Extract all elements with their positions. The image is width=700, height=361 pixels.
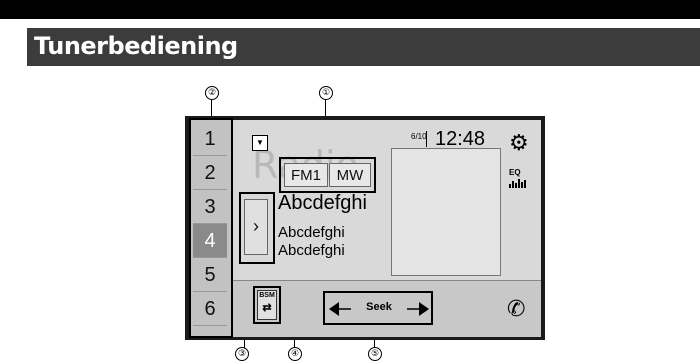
artwork-area: [391, 148, 501, 276]
bsm-label: BSM: [259, 292, 275, 299]
info-line-2: Abcdefghi: [278, 242, 345, 259]
refresh-icon: ⇄: [262, 302, 272, 314]
expand-info-button[interactable]: ›: [244, 199, 268, 255]
clock: 12:48: [435, 128, 486, 150]
eq-icon[interactable]: [509, 178, 527, 188]
callout-2-leader: [211, 100, 212, 116]
top-bar: [0, 0, 700, 19]
callout-2: ②: [205, 86, 219, 100]
section-header: Tunerbediening: [27, 28, 700, 66]
page-title: Tunerbediening: [34, 32, 238, 60]
seek-label: Seek: [366, 301, 392, 313]
phone-icon[interactable]: ✆: [507, 296, 525, 322]
preset-list-highlight: [189, 118, 233, 338]
source-dropdown-icon[interactable]: ▼: [252, 135, 268, 151]
band-button-fm1[interactable]: FM1: [284, 163, 328, 187]
bsm-button[interactable]: BSM ⇄: [257, 290, 277, 320]
clock-separator: [426, 131, 427, 147]
station-name: Abcdefghi: [278, 192, 367, 214]
gear-icon[interactable]: ⚙: [509, 130, 529, 156]
band-button-mw[interactable]: MW: [329, 163, 371, 187]
info-line-1: Abcdefghi: [278, 224, 345, 241]
tuner-screen: 1 2 3 4 5 6 Radio ▼ FM1 MW › Abcdefghi A…: [185, 116, 545, 340]
callout-1: ①: [319, 86, 333, 100]
preset-index: 6/10: [411, 132, 427, 141]
eq-label[interactable]: EQ: [509, 168, 521, 177]
seek-control: Seek: [329, 299, 429, 319]
